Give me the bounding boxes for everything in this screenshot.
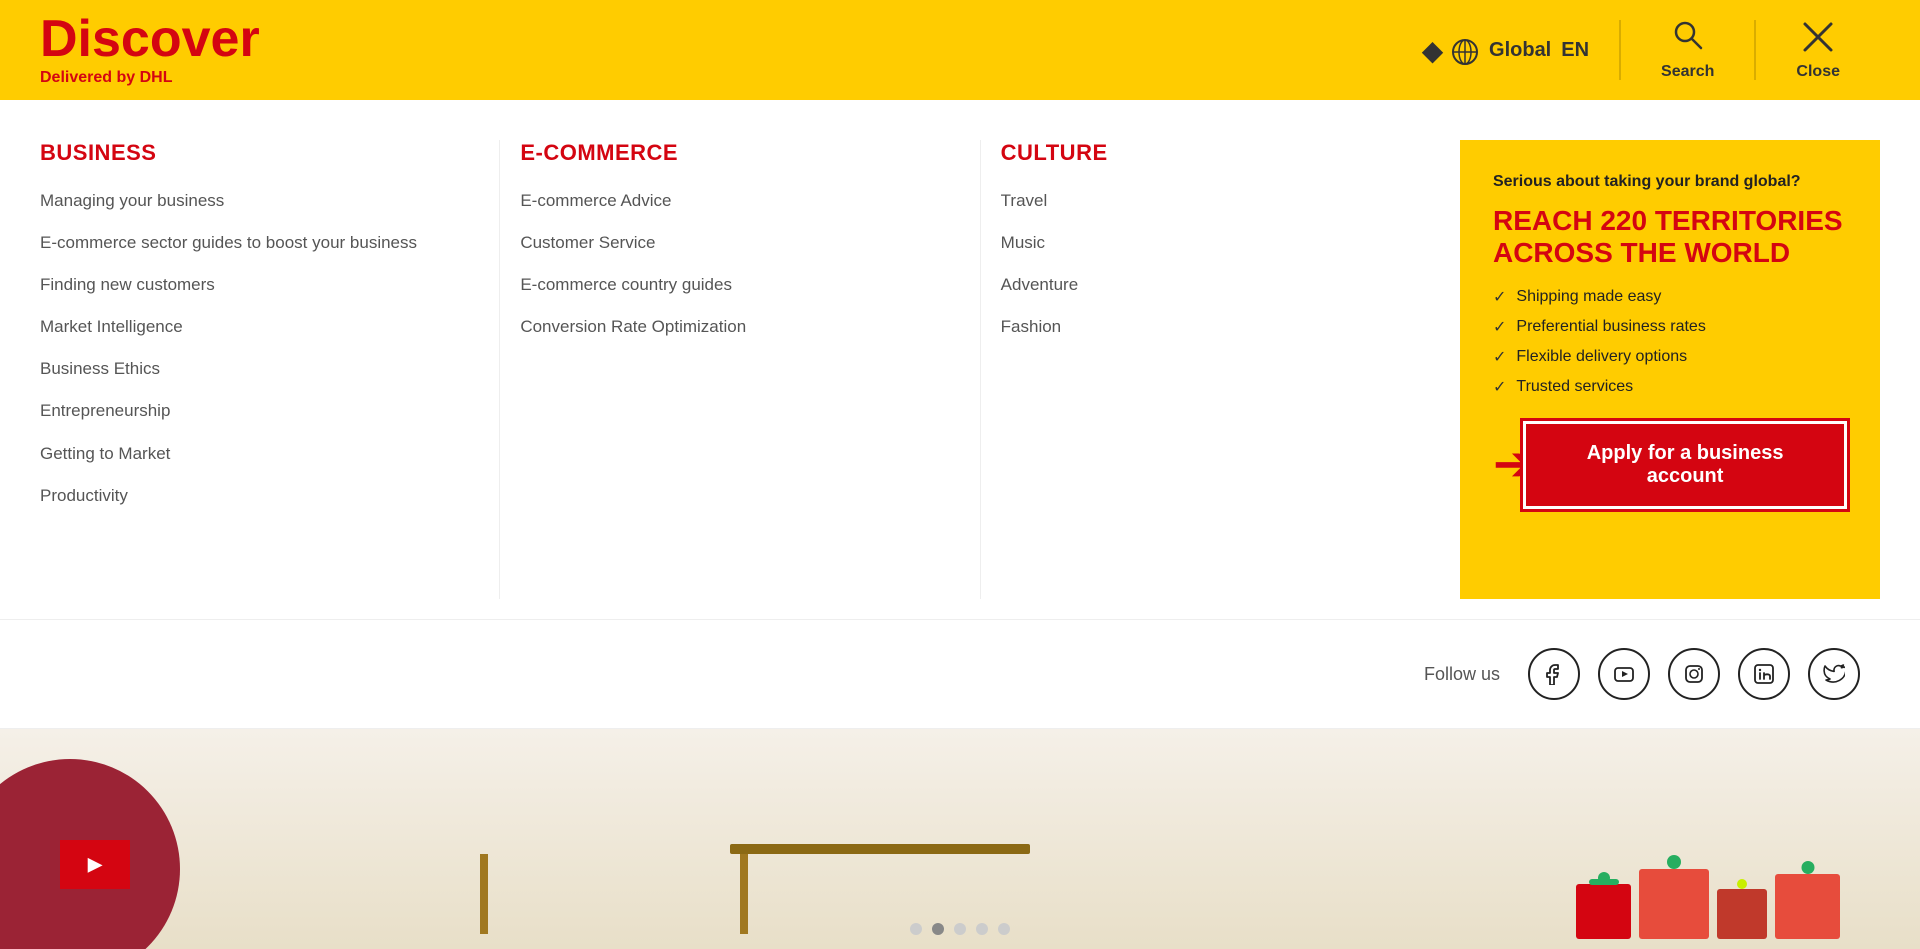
search-icon	[1672, 19, 1704, 59]
linkedin-icon[interactable]	[1738, 648, 1790, 700]
menu-item-business-ethics[interactable]: Business Ethics	[40, 358, 459, 380]
promo-headline: REACH 220 TERRITORIES ACROSS THE WORLD	[1493, 205, 1847, 269]
close-button[interactable]: Close	[1756, 20, 1880, 81]
carousel-dot-5[interactable]	[998, 923, 1010, 935]
logo-area: Discover Delivered by DHL	[40, 13, 260, 87]
menu-item-market-intelligence[interactable]: Market Intelligence	[40, 316, 459, 338]
facebook-icon[interactable]	[1528, 648, 1580, 700]
follow-us-label: Follow us	[1424, 664, 1500, 685]
menu-item-customer-service[interactable]: Customer Service	[520, 232, 939, 254]
lang-label: EN	[1561, 39, 1589, 62]
header: Discover Delivered by DHL ◆ Global EN	[0, 0, 1920, 100]
feature-shipping: ✓ Shipping made easy	[1493, 287, 1847, 307]
menu-item-country-guides[interactable]: E-commerce country guides	[520, 274, 939, 296]
promo-panel: Serious about taking your brand global? …	[1460, 140, 1880, 599]
header-right: ◆ Global EN Search	[1392, 19, 1880, 81]
global-label: Global	[1489, 39, 1551, 62]
twitter-icon[interactable]	[1808, 648, 1860, 700]
language-selector[interactable]: ◆ Global EN	[1392, 34, 1619, 67]
hero-center-illustration	[730, 844, 758, 939]
menu-item-conversion-rate[interactable]: Conversion Rate Optimization	[520, 316, 939, 338]
check-icon-4: ✓	[1493, 377, 1506, 397]
menu-item-travel[interactable]: Travel	[1001, 190, 1420, 212]
menu-item-adventure[interactable]: Adventure	[1001, 274, 1420, 296]
globe-icon: ◆	[1422, 34, 1479, 67]
close-label: Close	[1796, 63, 1840, 81]
follow-us-bar: Follow us	[0, 620, 1920, 729]
ecommerce-column: E-COMMERCE E-commerce Advice Customer Se…	[500, 140, 980, 599]
check-icon-1: ✓	[1493, 287, 1506, 307]
carousel-dot-2[interactable]	[932, 923, 944, 935]
culture-col-title: CULTURE	[1001, 140, 1420, 166]
hero-cta-button[interactable]: ▶	[60, 840, 130, 889]
menu-item-finding-customers[interactable]: Finding new customers	[40, 274, 459, 296]
promo-cta-row: ➔ Apply for a business account	[1493, 421, 1847, 509]
carousel-dot-3[interactable]	[954, 923, 966, 935]
menu-item-getting-to-market[interactable]: Getting to Market	[40, 443, 459, 465]
instagram-icon[interactable]	[1668, 648, 1720, 700]
menu-item-productivity[interactable]: Productivity	[40, 485, 459, 507]
menu-item-managing[interactable]: Managing your business	[40, 190, 459, 212]
menu-item-entrepreneurship[interactable]: Entrepreneurship	[40, 400, 459, 422]
carousel-dot-1[interactable]	[910, 923, 922, 935]
mega-menu: BUSINESS Managing your business E-commer…	[0, 100, 1920, 620]
logo-tagline: Delivered by DHL	[40, 69, 260, 87]
culture-column: CULTURE Travel Music Adventure Fashion	[981, 140, 1460, 599]
site-logo[interactable]: Discover	[40, 13, 260, 65]
search-button[interactable]: Search	[1621, 19, 1754, 81]
menu-item-ecommerce-guides[interactable]: E-commerce sector guides to boost your b…	[40, 232, 459, 254]
close-icon	[1801, 20, 1835, 59]
promo-tagline: Serious about taking your brand global?	[1493, 173, 1847, 191]
hero-area: ▶	[0, 729, 1920, 949]
carousel-dots	[910, 923, 1010, 935]
business-col-title: BUSINESS	[40, 140, 459, 166]
check-icon-3: ✓	[1493, 347, 1506, 367]
menu-item-fashion[interactable]: Fashion	[1001, 316, 1420, 338]
feature-trusted: ✓ Trusted services	[1493, 377, 1847, 397]
business-column: BUSINESS Managing your business E-commer…	[40, 140, 500, 599]
feature-rates: ✓ Preferential business rates	[1493, 317, 1847, 337]
menu-item-ecommerce-advice[interactable]: E-commerce Advice	[520, 190, 939, 212]
promo-features-list: ✓ Shipping made easy ✓ Preferential busi…	[1493, 287, 1847, 397]
menu-item-music[interactable]: Music	[1001, 232, 1420, 254]
feature-delivery: ✓ Flexible delivery options	[1493, 347, 1847, 367]
youtube-icon[interactable]	[1598, 648, 1650, 700]
search-label: Search	[1661, 63, 1714, 81]
ecommerce-col-title: E-COMMERCE	[520, 140, 939, 166]
carousel-dot-4[interactable]	[976, 923, 988, 935]
apply-business-button[interactable]: Apply for a business account	[1523, 421, 1847, 509]
check-icon-2: ✓	[1493, 317, 1506, 337]
hero-gifts	[1576, 869, 1840, 939]
